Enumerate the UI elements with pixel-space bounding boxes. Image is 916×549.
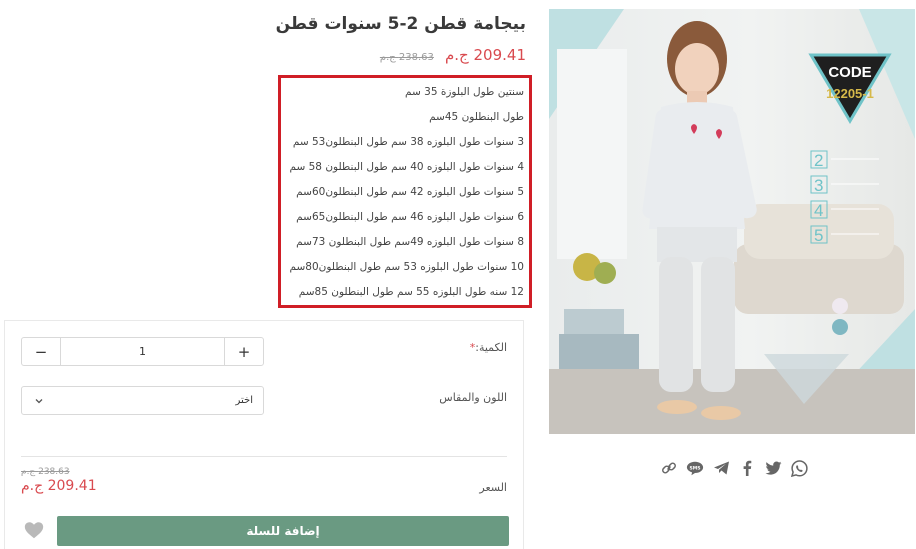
code-badge-text: CODE: [828, 64, 871, 81]
quantity-stepper[interactable]: − 1 +: [21, 337, 264, 366]
size-chart-line: 5 سنوات طول البلوزه 42 سم طول البنطلون60…: [296, 186, 524, 198]
size-mark: 5: [814, 226, 823, 245]
product-price: 209.41 ج.م: [444, 46, 526, 64]
whatsapp-icon[interactable]: [790, 459, 808, 477]
size-chart-line: 4 سنوات طول البلوزه 40 سم طول البنطلون 5…: [289, 161, 524, 173]
chevron-down-icon: [35, 398, 43, 403]
add-to-cart-button[interactable]: إضافة للسلة: [57, 516, 509, 546]
divider: [21, 456, 507, 457]
size-chart-line: 10 سنوات طول البلوزه 53 سم طول البنطلون8…: [289, 261, 524, 273]
link-icon[interactable]: [660, 459, 678, 477]
product-image[interactable]: CODE 12205-1 2 3 4 5 4-10: [549, 9, 915, 434]
code-number: 12205-1: [826, 86, 874, 101]
heart-icon[interactable]: [23, 519, 45, 541]
current-price: 209.41 ج.م: [21, 478, 97, 494]
product-old-price: 238.63 ج.م: [379, 52, 434, 63]
decrease-quantity-button[interactable]: −: [22, 338, 60, 365]
size-chart-highlight: سنتين طول البلوزة 35 سم طول البنطلون 45س…: [278, 75, 532, 308]
product-title: بيجامة قطن 2-5 سنوات قطن: [275, 14, 526, 34]
old-price: 238.63 ج.م: [21, 467, 70, 477]
increase-quantity-button[interactable]: +: [225, 338, 263, 365]
twitter-icon[interactable]: [764, 459, 782, 477]
product-photo: CODE 12205-1 2 3 4 5 4-10: [549, 9, 915, 434]
product-page: بيجامة قطن 2-5 سنوات قطن 209.41 ج.م 238.…: [0, 0, 916, 549]
size-chart-line: 12 سنه طول البلوزه 55 سم طول البنطلون 85…: [298, 286, 524, 298]
size-mark: 2: [814, 151, 823, 170]
sms-icon[interactable]: SMS: [686, 459, 704, 477]
facebook-icon[interactable]: [738, 459, 756, 477]
size-chart-line: سنتين طول البلوزة 35 سم: [405, 86, 524, 98]
size-mark: 3: [814, 176, 823, 195]
size-mark: 4: [814, 201, 823, 220]
quantity-label-text: الكمية:: [475, 341, 507, 354]
quantity-input[interactable]: 1: [60, 338, 225, 365]
size-chart-line: 3 سنوات طول البلوزه 38 سم طول البنطلون53…: [292, 136, 524, 148]
variant-select-value: اختر: [235, 395, 254, 406]
size-chart-line: طول البنطلون 45سم: [429, 111, 524, 123]
sms-text: SMS: [690, 465, 701, 471]
quantity-label: الكمية:*: [470, 341, 507, 354]
price-row: 209.41 ج.م 238.63 ج.م: [300, 45, 526, 64]
purchase-panel: الكمية:* − 1 + اللون والمقاس اختر السعر …: [4, 320, 524, 549]
telegram-icon[interactable]: [712, 459, 730, 477]
price-label: السعر: [479, 481, 507, 494]
image-corner-text: 4-10: [561, 433, 581, 434]
share-bar: SMS: [660, 459, 808, 477]
size-chart-line: 8 سنوات طول البلوزه 49سم طول البنطلون 73…: [296, 236, 524, 248]
size-chart-line: 6 سنوات طول البلوزه 46 سم طول البنطلون65…: [296, 211, 524, 223]
variant-select[interactable]: اختر: [21, 386, 264, 415]
variant-label: اللون والمقاس: [439, 391, 507, 404]
